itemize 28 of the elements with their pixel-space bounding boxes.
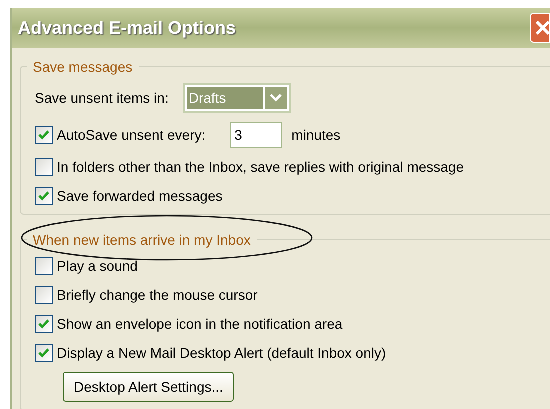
checkbox[interactable] [35, 257, 53, 275]
field-label: Save unsent items in: [35, 88, 169, 108]
minutes-field[interactable]: 3 [230, 122, 282, 148]
check-icon [38, 347, 50, 359]
desktop-alert-settings-button[interactable]: Desktop Alert Settings... [63, 372, 234, 402]
group-legend: Save messages [33, 59, 133, 75]
unit-label: minutes [292, 126, 341, 144]
checkbox[interactable] [35, 158, 53, 176]
checkbox-label: Show an envelope icon in the notification area [57, 314, 343, 334]
group-legend: When new items arrive in my Inbox [33, 232, 251, 248]
checkbox[interactable] [35, 187, 53, 205]
checkbox[interactable] [35, 286, 53, 304]
checkbox[interactable] [35, 315, 53, 333]
checkbox-label: In folders other than the Inbox, save replies with original message [57, 158, 464, 177]
close-icon [536, 21, 549, 35]
checkbox-label: Briefly change the mouse cursor [57, 286, 258, 305]
close-button[interactable] [530, 13, 550, 43]
checkbox[interactable] [35, 126, 53, 144]
window-title: Advanced E-mail Options [18, 16, 236, 40]
check-icon [38, 190, 50, 202]
checkbox-label: AutoSave unsent every: [57, 126, 206, 145]
dropdown-value: Drafts [186, 87, 263, 109]
checkbox-label: Play a sound [57, 256, 138, 276]
check-icon [38, 318, 50, 330]
checkbox-label: Display a New Mail Desktop Alert (default Inbox only) [57, 344, 386, 363]
checkbox[interactable] [35, 344, 53, 362]
check-icon [38, 129, 50, 141]
checkbox-label: Save forwarded messages [57, 186, 223, 206]
